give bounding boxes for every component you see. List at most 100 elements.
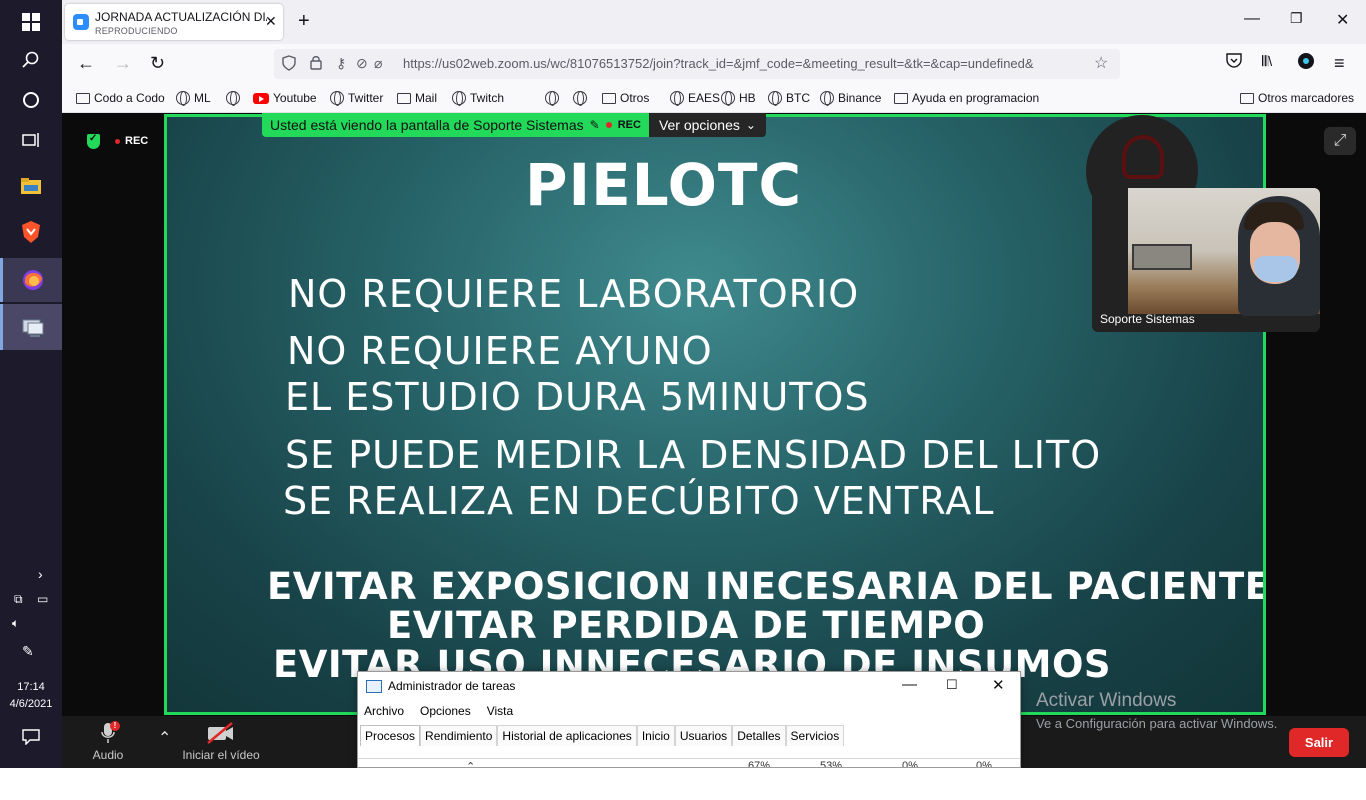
bookmark-mail[interactable]: Mail <box>397 91 437 105</box>
lock-icon[interactable] <box>310 55 322 73</box>
globe-icon <box>670 91 684 106</box>
avatar-logo-icon <box>1122 135 1164 179</box>
other-bookmarks[interactable]: Otros marcadores <box>1240 91 1354 105</box>
menu-archivo[interactable]: Archivo <box>364 704 404 718</box>
person-mask <box>1254 256 1298 282</box>
meet-now-icon[interactable]: ⧉ <box>14 592 23 607</box>
file-explorer-icon[interactable] <box>0 164 62 208</box>
folder-icon <box>1240 92 1254 104</box>
menu-icon[interactable]: ≡ <box>1334 53 1345 74</box>
bookmark-btc[interactable]: BTC <box>768 91 810 106</box>
memory-column-value[interactable]: 53% <box>820 760 842 767</box>
brave-browser-icon[interactable] <box>0 210 62 254</box>
slide-line: SE REALIZA EN DECÚBITO VENTRAL <box>283 479 995 523</box>
view-options-button[interactable]: Ver opciones ⌄ <box>648 113 766 137</box>
remote-desktop-icon[interactable] <box>0 304 62 350</box>
bottom-blank-strip <box>0 768 1366 800</box>
bookmark-otros[interactable]: Otros <box>602 91 649 105</box>
sort-chevron-icon[interactable]: ⌃ <box>466 760 475 767</box>
tab-close-icon[interactable]: ✕ <box>265 13 277 30</box>
fullscreen-icon[interactable]: ⤢ <box>1324 127 1356 155</box>
reload-icon[interactable]: ↻ <box>150 53 165 74</box>
task-manager-window[interactable]: Administrador de tareas — ☐ ✕ Archivo Op… <box>357 671 1021 768</box>
start-video-button[interactable]: Iniciar el vídeo <box>180 722 262 762</box>
bookmarks-bar: Codo a Codo ML Youtube Twitter Mail Twit… <box>62 84 1366 113</box>
notifications-icon[interactable] <box>22 729 40 750</box>
participant-video-tile[interactable]: Soporte Sistemas <box>1092 188 1320 332</box>
bookmark-globe-3[interactable] <box>573 91 587 106</box>
bookmark-ayuda-en-programacion[interactable]: Ayuda en programacion <box>894 91 1039 105</box>
task-manager-icon <box>366 679 382 693</box>
bookmark-ml[interactable]: ML <box>176 91 211 106</box>
folder-icon <box>894 92 908 104</box>
address-bar[interactable]: ⚷ ⊘ ⌀ https://us02web.zoom.us/wc/8107651… <box>274 49 1120 79</box>
restore-icon[interactable]: ❐ <box>1290 10 1303 27</box>
network-column-value[interactable]: 0% <box>976 760 992 767</box>
globe-icon <box>226 91 240 106</box>
tab-usuarios[interactable]: Usuarios <box>674 725 733 746</box>
bookmark-codo-a-codo[interactable]: Codo a Codo <box>76 91 165 105</box>
bookmark-globe[interactable] <box>226 91 240 106</box>
speaker-icon[interactable]: 🔈︎ <box>12 616 19 631</box>
browser-tab[interactable]: JORNADA ACTUALIZACIÓN DIA REPRODUCIENDO … <box>65 4 283 40</box>
cpu-column-value[interactable]: 67% <box>748 760 770 767</box>
encryption-shield-icon[interactable] <box>87 133 100 149</box>
close-window-icon[interactable]: ✕ <box>1336 10 1349 30</box>
forward-icon[interactable]: → <box>114 53 132 74</box>
camera-blocked-icon[interactable]: ⊘ <box>356 55 368 72</box>
globe-icon <box>721 91 735 106</box>
bookmark-hb[interactable]: HB <box>721 91 756 106</box>
bookmark-twitch[interactable]: Twitch <box>452 91 504 106</box>
account-icon[interactable] <box>1298 53 1314 74</box>
leave-button[interactable]: Salir <box>1289 728 1349 757</box>
pen-icon[interactable]: ✎ <box>22 643 34 660</box>
tracking-protection-icon[interactable] <box>282 55 296 74</box>
tab-historial[interactable]: Historial de aplicaciones <box>497 725 637 746</box>
task-view-icon[interactable] <box>0 118 62 162</box>
globe-icon <box>330 91 344 106</box>
recording-indicator[interactable]: REC <box>115 135 148 147</box>
tab-detalles[interactable]: Detalles <box>732 725 786 746</box>
bookmark-youtube[interactable]: Youtube <box>253 91 317 105</box>
audio-options-chevron-icon[interactable]: ⌃ <box>158 728 171 748</box>
minimize-icon[interactable]: — <box>1244 10 1260 28</box>
tab-procesos[interactable]: Procesos <box>360 725 421 746</box>
tab-rendimiento[interactable]: Rendimiento <box>420 725 498 746</box>
tab-inicio[interactable]: Inicio <box>636 725 675 746</box>
audio-button[interactable]: Audio <box>90 722 126 762</box>
library-icon[interactable]: 𝄃𝄃\ <box>1262 53 1272 70</box>
firefox-icon[interactable] <box>0 258 62 302</box>
back-icon[interactable]: ← <box>77 53 95 74</box>
zoom-logo-icon <box>73 14 89 30</box>
globe-icon <box>176 91 190 106</box>
menu-opciones[interactable]: Opciones <box>420 704 471 718</box>
bookmark-twitter[interactable]: Twitter <box>330 91 383 106</box>
cortana-icon[interactable] <box>0 78 62 122</box>
menu-vista[interactable]: Vista <box>487 704 513 718</box>
zoom-meeting-area: REC PIELOTC NO REQUIERE LABORATORIO NO R… <box>62 113 1366 716</box>
permissions-icon[interactable]: ⚷ <box>336 55 346 72</box>
microphone-blocked-icon[interactable]: ⌀ <box>374 55 382 72</box>
tm-minimize-icon[interactable]: — <box>902 676 917 693</box>
recording-dot-icon <box>115 138 120 144</box>
url-text[interactable]: https://us02web.zoom.us/wc/81076513752/j… <box>403 56 1083 71</box>
tab-servicios[interactable]: Servicios <box>785 725 845 746</box>
new-tab-icon[interactable]: + <box>298 10 310 33</box>
bookmark-binance[interactable]: Binance <box>820 91 881 106</box>
background-object <box>1132 244 1192 270</box>
bookmark-globe-2[interactable] <box>545 91 559 106</box>
video-off-icon <box>180 722 262 748</box>
clock-time[interactable]: 17:14 <box>0 681 62 693</box>
bookmark-eaes[interactable]: EAES <box>670 91 720 106</box>
pocket-icon[interactable] <box>1226 53 1242 72</box>
globe-icon <box>573 91 587 106</box>
search-icon[interactable] <box>0 38 62 82</box>
tm-close-icon[interactable]: ✕ <box>992 676 1005 694</box>
bookmark-star-icon[interactable]: ☆ <box>1094 53 1108 73</box>
tab-title: JORNADA ACTUALIZACIÓN DIA <box>95 10 267 24</box>
tm-maximize-icon[interactable]: ☐ <box>946 677 958 693</box>
clock-date[interactable]: 4/6/2021 <box>0 698 62 710</box>
disk-column-value[interactable]: 0% <box>902 760 918 767</box>
chevron-right-icon[interactable]: › <box>38 566 43 582</box>
network-icon[interactable]: ▭ <box>37 592 48 606</box>
